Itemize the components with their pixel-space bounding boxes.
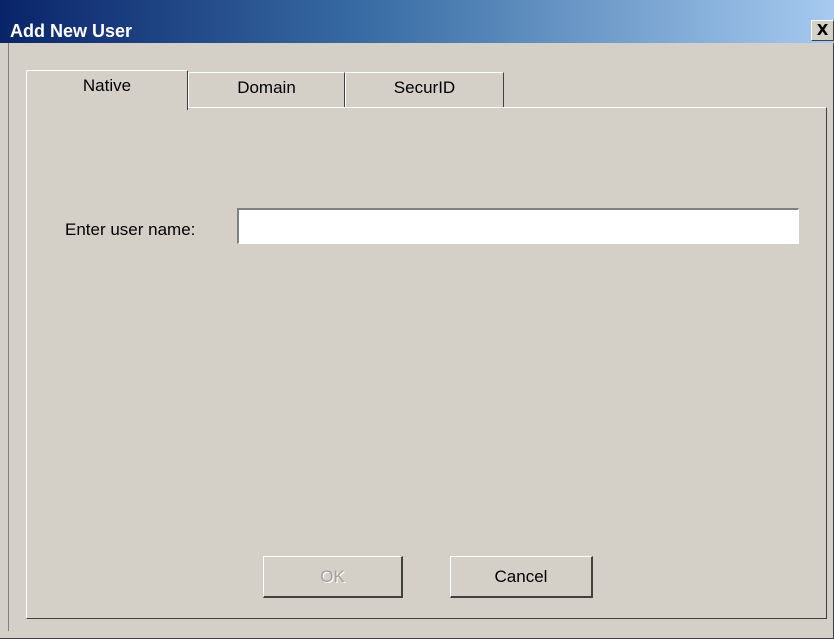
tab-panel-native: Enter user name: OK Cancel bbox=[26, 107, 827, 619]
tab-securid[interactable]: SecurID bbox=[345, 72, 504, 108]
add-new-user-dialog: Add New User X Native Domain SecurID Ent… bbox=[0, 0, 834, 639]
cancel-button[interactable]: Cancel bbox=[450, 556, 593, 598]
username-label: Enter user name: bbox=[65, 220, 196, 239]
tab-domain[interactable]: Domain bbox=[188, 72, 345, 108]
tab-native[interactable]: Native bbox=[26, 70, 188, 110]
dialog-title: Add New User bbox=[10, 21, 133, 41]
ok-button[interactable]: OK bbox=[263, 556, 403, 598]
close-icon[interactable]: X bbox=[811, 20, 834, 41]
title-bar[interactable]: Add New User X bbox=[0, 0, 834, 43]
username-input[interactable] bbox=[236, 207, 800, 245]
